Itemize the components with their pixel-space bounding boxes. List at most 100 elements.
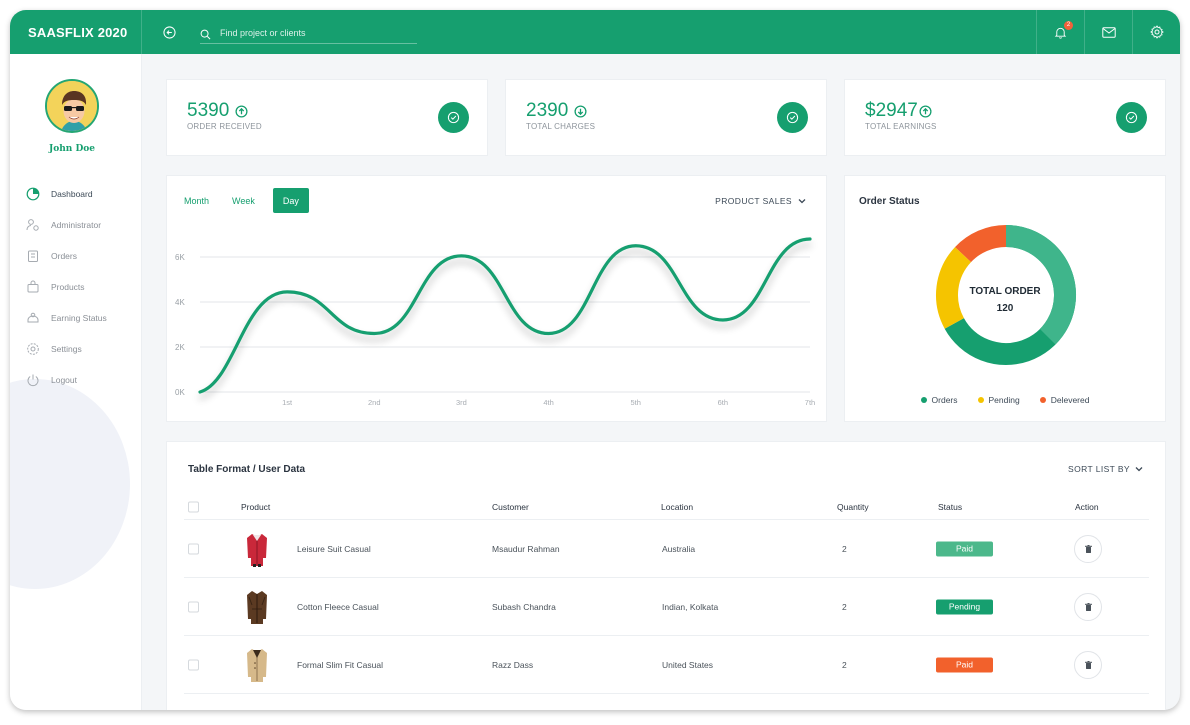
admin-icon bbox=[26, 218, 40, 232]
brand-logo[interactable]: SAASFLIX 2020 bbox=[10, 10, 142, 54]
stat-number: 5390 bbox=[187, 100, 230, 121]
stat-value: 5390 bbox=[187, 100, 248, 122]
status-badge: Paid bbox=[936, 541, 993, 556]
sort-label: SORT LIST BY bbox=[1068, 464, 1130, 474]
legend-dot bbox=[1039, 397, 1046, 403]
arrow-up-icon bbox=[235, 104, 248, 118]
arrow-down-icon bbox=[574, 104, 587, 118]
table-row: Cotton Fleece Casual Subash Chandra Indi… bbox=[184, 578, 1149, 636]
y-tick-label: 6K bbox=[175, 253, 185, 262]
red-jacket-image bbox=[247, 533, 267, 567]
sidebar-nav: Dashboard Administrator Orders Products bbox=[26, 178, 107, 395]
delete-button[interactable] bbox=[1074, 534, 1102, 563]
legend-item-delivered: Delevered bbox=[1039, 395, 1090, 405]
sidebar-item-label: Logout bbox=[51, 374, 77, 385]
sidebar-item-products[interactable]: Products bbox=[26, 271, 107, 302]
sidebar-item-label: Orders bbox=[51, 250, 77, 261]
y-tick-label: 2K bbox=[175, 343, 185, 352]
stat-label: TOTAL CHARGES bbox=[526, 122, 596, 131]
sidebar-item-label: Administrator bbox=[51, 219, 102, 230]
legend-dot bbox=[977, 397, 984, 403]
customer-name: Razz Dass bbox=[492, 659, 534, 670]
product-sales-dropdown[interactable]: PRODUCT SALES bbox=[715, 196, 806, 206]
bell-icon[interactable]: 2 bbox=[1036, 10, 1084, 54]
product-name[interactable]: Leisure Suit Casual bbox=[297, 544, 371, 554]
delete-button[interactable] bbox=[1074, 650, 1102, 679]
stat-card-charges: 2390 TOTAL CHARGES bbox=[505, 79, 827, 156]
check-circle-icon[interactable] bbox=[777, 102, 808, 133]
search-input[interactable] bbox=[220, 27, 410, 38]
product-name[interactable]: Cotton Fleece Casual bbox=[297, 602, 379, 612]
search-icon bbox=[200, 27, 212, 39]
row-checkbox[interactable] bbox=[188, 543, 199, 554]
tab-day[interactable]: Day bbox=[272, 188, 309, 213]
dashboard-icon bbox=[26, 187, 40, 201]
donut-legend: Orders Pending Delevered bbox=[845, 395, 1165, 405]
status-badge: Pending bbox=[936, 599, 993, 614]
legend-label: Delevered bbox=[1050, 395, 1090, 405]
stat-label: TOTAL EARNINGS bbox=[865, 122, 937, 131]
trash-icon bbox=[1084, 660, 1092, 669]
table-row: Leisure Suit Casual Msaudur Rahman Austr… bbox=[184, 520, 1149, 578]
header-location[interactable]: Location bbox=[661, 502, 693, 512]
x-tick-label: 3rd bbox=[456, 398, 467, 407]
row-checkbox[interactable] bbox=[188, 601, 199, 612]
location: Australia bbox=[662, 543, 696, 554]
x-tick-label: 2nd bbox=[368, 398, 381, 407]
row-checkbox[interactable] bbox=[188, 659, 199, 670]
sidebar-item-earning-status[interactable]: Earning Status bbox=[26, 302, 107, 333]
tab-month[interactable]: Month bbox=[179, 188, 214, 213]
sidebar-item-label: Dashboard bbox=[51, 188, 93, 199]
search-bar bbox=[200, 22, 417, 44]
sort-list-dropdown[interactable]: SORT LIST BY bbox=[1068, 464, 1143, 474]
x-tick-label: 7th bbox=[805, 398, 815, 407]
app-window: SAASFLIX 2020 2 bbox=[10, 10, 1180, 710]
sidebar-item-logout[interactable]: Logout bbox=[26, 364, 107, 395]
chevron-down-icon bbox=[1135, 466, 1143, 472]
sidebar-item-label: Products bbox=[51, 281, 85, 292]
header-customer[interactable]: Customer bbox=[492, 502, 529, 512]
y-tick-label: 0K bbox=[175, 388, 185, 397]
tab-week[interactable]: Week bbox=[227, 188, 260, 213]
gear-icon[interactable] bbox=[1132, 10, 1180, 54]
table-header: Product Customer Location Quantity Statu… bbox=[184, 494, 1149, 520]
sidebar-decoration bbox=[10, 379, 130, 589]
series-line bbox=[198, 237, 812, 394]
check-circle-icon[interactable] bbox=[1116, 102, 1147, 133]
top-bar: SAASFLIX 2020 2 bbox=[10, 10, 1180, 54]
dropdown-label: PRODUCT SALES bbox=[715, 196, 792, 206]
sidebar-item-settings[interactable]: Settings bbox=[26, 333, 107, 364]
product-name[interactable]: Formal Slim Fit Casual bbox=[297, 660, 383, 670]
select-all-checkbox[interactable] bbox=[188, 501, 199, 512]
quantity: 2 bbox=[842, 659, 847, 670]
stat-value: 2390 bbox=[526, 100, 587, 122]
total-order-label: TOTAL ORDER bbox=[969, 286, 1041, 297]
trash-icon bbox=[1084, 544, 1092, 553]
sidebar-item-administrator[interactable]: Administrator bbox=[26, 209, 107, 240]
status-badge: Paid bbox=[936, 657, 993, 672]
legend-label: Orders bbox=[931, 395, 958, 405]
back-arrow-icon[interactable] bbox=[163, 25, 177, 39]
customer-name: Subash Chandra bbox=[492, 601, 556, 612]
avatar[interactable] bbox=[45, 79, 99, 133]
check-circle-icon[interactable] bbox=[438, 102, 469, 133]
stat-label: ORDER RECEIVED bbox=[187, 122, 262, 131]
legend-dot bbox=[920, 397, 927, 403]
header-status[interactable]: Status bbox=[938, 502, 962, 512]
user-name[interactable]: John Doe bbox=[10, 144, 134, 154]
sidebar-item-dashboard[interactable]: Dashboard bbox=[26, 178, 107, 209]
mail-icon[interactable] bbox=[1084, 10, 1132, 54]
legend-item-orders: Orders bbox=[920, 395, 958, 405]
logout-icon bbox=[26, 373, 40, 387]
y-tick-label: 4K bbox=[175, 298, 185, 307]
sidebar-item-orders[interactable]: Orders bbox=[26, 240, 107, 271]
orders-icon bbox=[26, 249, 40, 263]
brown-jacket-image bbox=[247, 590, 267, 624]
user-data-table-card: Table Format / User Data SORT LIST BY Pr… bbox=[166, 441, 1166, 710]
header-product[interactable]: Product bbox=[241, 502, 270, 512]
legend-item-pending: Pending bbox=[977, 395, 1020, 405]
x-tick-label: 1st bbox=[282, 398, 293, 407]
delete-button[interactable] bbox=[1074, 592, 1102, 621]
header-quantity[interactable]: Quantity bbox=[837, 502, 869, 512]
stat-value: $2947 bbox=[865, 100, 932, 122]
